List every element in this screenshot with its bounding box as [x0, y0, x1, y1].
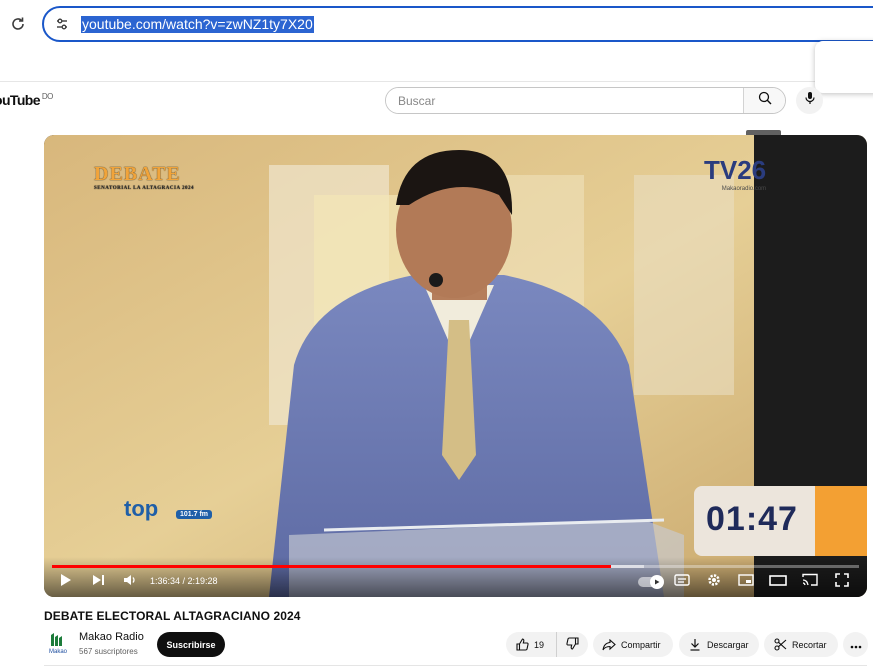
radio-logo: top 101.7 fm	[124, 496, 213, 522]
share-label: Compartir	[621, 639, 661, 650]
more-icon	[850, 638, 862, 652]
search-box	[385, 87, 786, 114]
autoplay-toggle[interactable]	[638, 575, 664, 589]
like-button[interactable]: 19	[506, 632, 557, 657]
share-button[interactable]: Compartir	[593, 632, 673, 657]
debate-logo-text: DEBATE	[94, 163, 181, 185]
mic-icon	[804, 91, 816, 110]
play-button[interactable]	[56, 572, 76, 592]
tv-logo-text: TV26	[704, 155, 767, 185]
search-button[interactable]	[743, 88, 785, 113]
timer-accent	[815, 486, 867, 556]
debate-timer: 01:47	[694, 486, 867, 556]
progress-buffer	[611, 565, 644, 568]
divider	[44, 665, 867, 666]
subtitles-button[interactable]	[672, 572, 692, 592]
subtitles-icon	[674, 573, 690, 591]
channel-name[interactable]: Makao Radio	[79, 631, 144, 643]
settings-button[interactable]	[704, 572, 724, 592]
play-icon	[60, 573, 72, 592]
fullscreen-icon	[835, 572, 849, 592]
miniplayer-button[interactable]	[736, 572, 756, 592]
radio-logo-freq: 101.7 fm	[176, 510, 213, 519]
address-bar[interactable]: youtube.com/watch?v=zwNZ1ty7X20	[42, 6, 873, 42]
cast-button[interactable]	[800, 572, 820, 592]
download-label: Descargar	[707, 639, 749, 650]
like-dislike-group: 19	[506, 632, 588, 657]
search-icon	[758, 91, 772, 110]
debate-logo: DEBATE SENATORIAL LA ALTAGRACIA 2024	[94, 163, 194, 191]
radio-logo-text: top	[124, 496, 159, 521]
theater-icon	[769, 573, 787, 591]
settings-icon	[707, 573, 721, 592]
volume-button[interactable]	[120, 572, 140, 592]
time-display: 1:36:34 / 2:19:28	[150, 576, 218, 586]
logo-region: DO	[41, 92, 53, 101]
voice-search-button[interactable]	[796, 87, 823, 114]
autoplay-icon	[650, 575, 664, 589]
logo-text: ouTube	[0, 92, 41, 108]
progress-bar[interactable]	[52, 565, 859, 568]
share-icon	[602, 638, 616, 652]
more-actions-button[interactable]	[843, 632, 868, 657]
browser-popup	[815, 41, 873, 93]
tv-channel-logo: TV26 Makaoradio.com	[704, 155, 766, 192]
download-icon	[688, 638, 702, 652]
reload-icon[interactable]	[8, 14, 28, 34]
clip-label: Recortar	[792, 639, 827, 650]
dislike-button[interactable]	[557, 632, 588, 657]
browser-toolbar: youtube.com/watch?v=zwNZ1ty7X20	[0, 0, 873, 93]
video-player[interactable]: DEBATE SENATORIAL LA ALTAGRACIA 2024 TV2…	[44, 135, 867, 597]
subscribe-button[interactable]: Suscribirse	[157, 632, 225, 657]
clip-button[interactable]: Recortar	[764, 632, 838, 657]
avatar-text: Makao	[49, 649, 68, 655]
like-icon	[515, 638, 529, 652]
scissors-icon	[773, 638, 787, 652]
dislike-icon	[566, 637, 579, 652]
url-text[interactable]: youtube.com/watch?v=zwNZ1ty7X20	[81, 16, 314, 33]
like-count: 19	[534, 639, 545, 650]
miniplayer-icon	[738, 573, 754, 591]
cast-icon	[802, 573, 818, 591]
youtube-logo[interactable]: ouTubeDO	[0, 92, 53, 108]
progress-played	[52, 565, 612, 568]
next-icon	[92, 573, 105, 591]
volume-icon	[123, 573, 137, 591]
subscriber-count: 567 suscriptores	[79, 647, 138, 656]
video-title: DEBATE ELECTORAL ALTAGRACIANO 2024	[44, 609, 301, 623]
download-button[interactable]: Descargar	[679, 632, 759, 657]
channel-avatar[interactable]: Makao	[47, 632, 69, 656]
site-settings-icon[interactable]	[54, 16, 70, 32]
timer-text: 01:47	[706, 500, 798, 538]
tv-logo-sub: Makaoradio.com	[721, 186, 767, 192]
debate-logo-sub: SENATORIAL LA ALTAGRACIA 2024	[94, 186, 195, 191]
search-input[interactable]	[386, 88, 743, 113]
fullscreen-button[interactable]	[832, 572, 852, 592]
theater-button[interactable]	[768, 572, 788, 592]
next-button[interactable]	[88, 572, 108, 592]
